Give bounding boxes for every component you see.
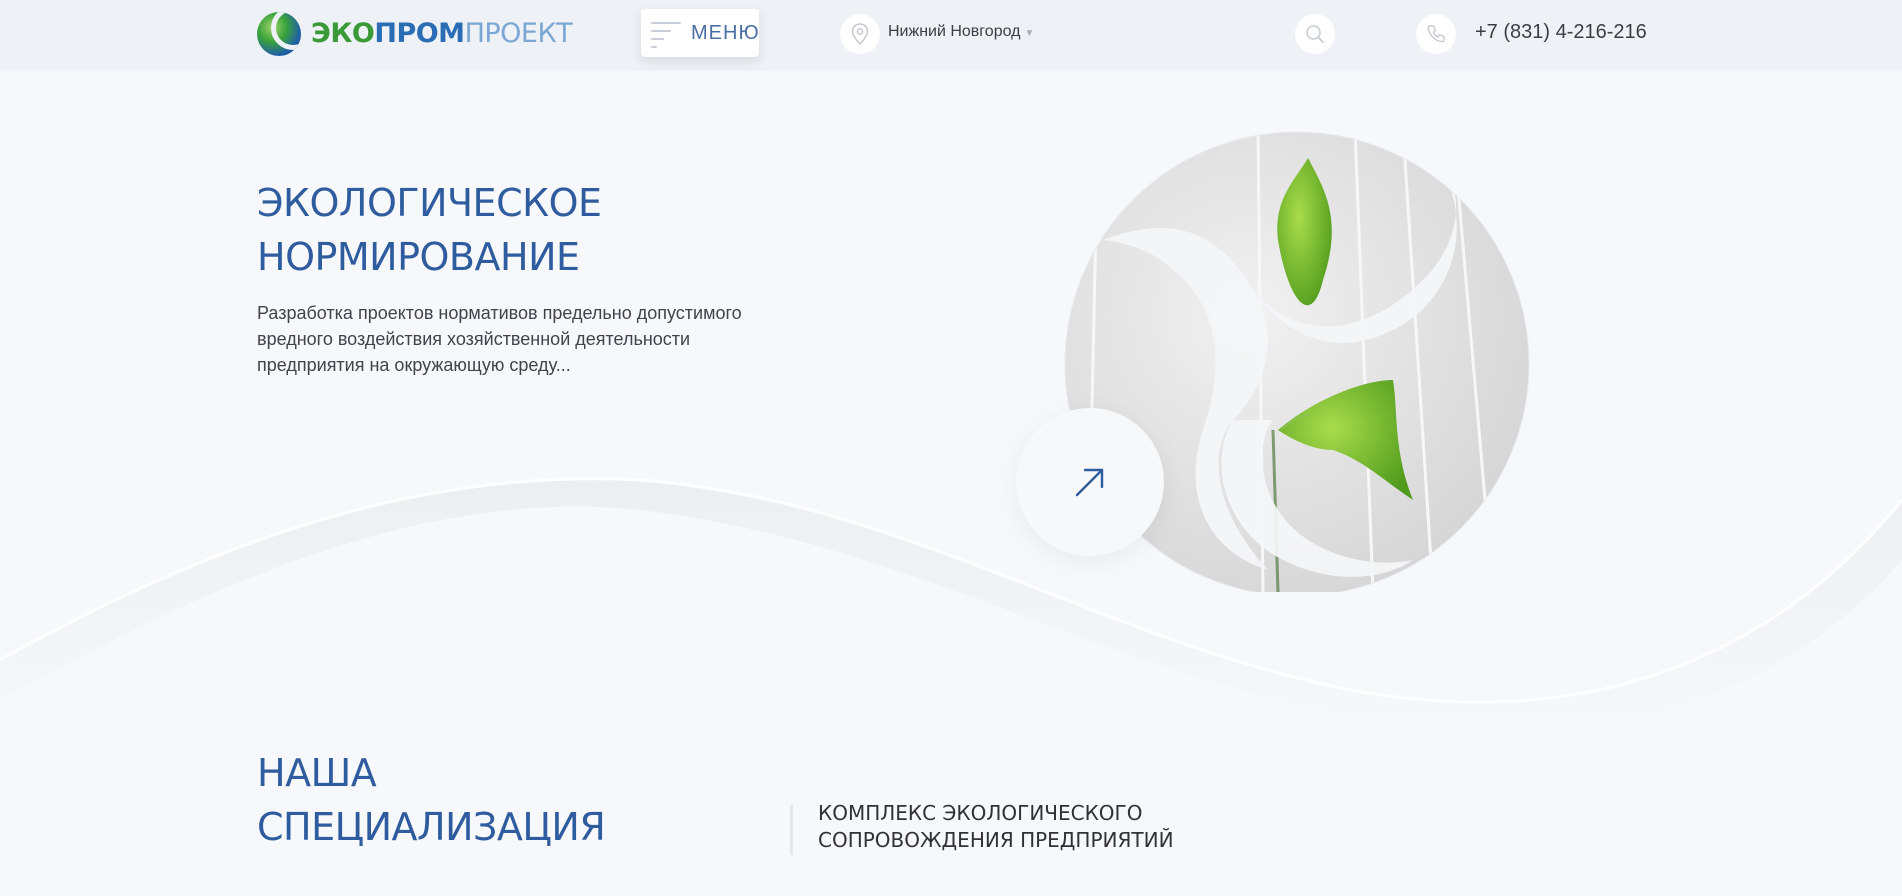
phone-icon bbox=[1416, 14, 1456, 54]
search-icon[interactable] bbox=[1295, 14, 1335, 54]
specialization-subtitle: КОМПЛЕКС ЭКОЛОГИЧЕСКОГО СОПРОВОЖДЕНИЯ ПР… bbox=[818, 801, 1174, 852]
menu-label: МЕНЮ bbox=[691, 22, 760, 44]
site-header: ЭКОПРОМПРОЕКТ МЕНЮ Нижний Новгород ▼ +7 (… bbox=[0, 0, 1902, 71]
phone-number-link[interactable]: +7 (831) 4-216-216 bbox=[1475, 21, 1647, 44]
map-pin-icon bbox=[840, 14, 880, 54]
site-logo[interactable]: ЭКОПРОМПРОЕКТ bbox=[257, 12, 573, 56]
hero-link-button[interactable] bbox=[1016, 408, 1164, 556]
menu-button[interactable]: МЕНЮ bbox=[641, 9, 759, 57]
section-divider bbox=[790, 805, 793, 855]
logo-wordmark: ЭКОПРОМПРОЕКТ bbox=[311, 18, 573, 49]
city-selector[interactable]: Нижний Новгород ▼ bbox=[888, 23, 1034, 41]
logo-mark-icon bbox=[257, 12, 301, 56]
caret-down-icon: ▼ bbox=[1024, 28, 1035, 39]
hero-description: Разработка проектов нормативов предельно… bbox=[257, 303, 742, 375]
specialization-title: НАША СПЕЦИАЛИЗАЦИЯ bbox=[257, 751, 606, 849]
hero-title: ЭКОЛОГИЧЕСКОЕ НОРМИРОВАНИЕ bbox=[257, 181, 602, 279]
hamburger-icon bbox=[651, 22, 681, 48]
arrow-up-right-icon bbox=[1075, 468, 1104, 497]
